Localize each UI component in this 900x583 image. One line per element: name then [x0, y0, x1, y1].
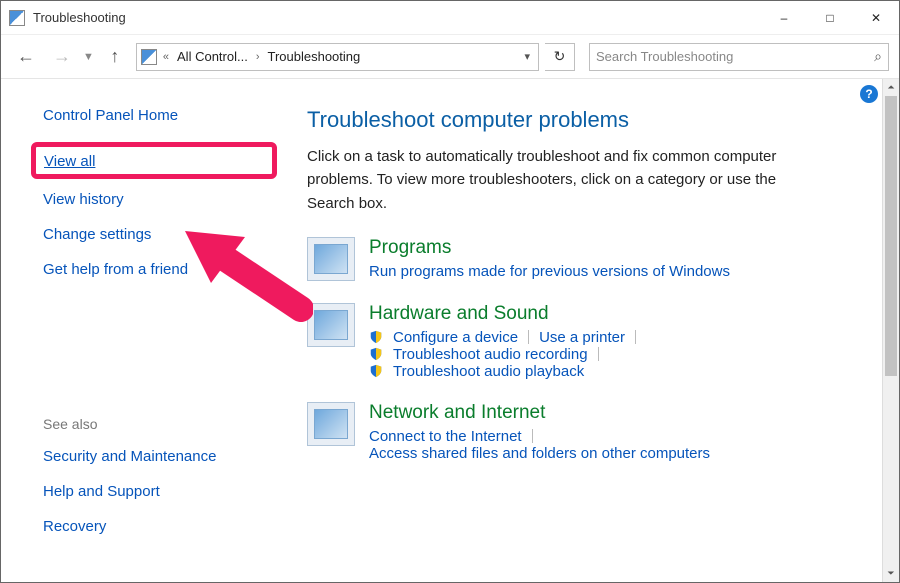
link-shared-files[interactable]: Access shared files and folders on other… — [369, 445, 710, 462]
link-use-printer[interactable]: Use a printer — [539, 329, 625, 346]
link-connect-internet[interactable]: Connect to the Internet — [369, 428, 522, 445]
scroll-up-arrow[interactable]: ⏶ — [883, 79, 899, 96]
separator — [528, 330, 529, 344]
see-also-label: See also — [43, 416, 277, 432]
separator — [598, 347, 599, 361]
breadcrumb-troubleshooting[interactable]: Troubleshooting — [266, 49, 363, 64]
address-root-chevron-icon: « — [161, 51, 171, 63]
category-programs-title[interactable]: Programs — [369, 237, 730, 259]
shield-icon — [369, 330, 383, 344]
minimize-button[interactable]: – — [761, 1, 807, 34]
titlebar: Troubleshooting – □ ✕ — [1, 1, 899, 35]
content-area: Control Panel Home View all View history… — [1, 79, 882, 582]
breadcrumb-all-control-panel[interactable]: All Control... — [175, 49, 250, 64]
sidebar-view-all[interactable]: View all — [44, 153, 95, 170]
separator — [532, 429, 533, 443]
search-box[interactable]: ⌕ — [589, 43, 889, 71]
chevron-right-icon: › — [254, 51, 262, 63]
search-icon[interactable]: ⌕ — [874, 48, 882, 65]
forward-button[interactable]: → — [47, 42, 77, 72]
shield-icon — [369, 364, 383, 378]
navigation-bar: ← → ▼ ↑ « All Control... › Troubleshooti… — [1, 35, 899, 79]
sidebar-change-settings[interactable]: Change settings — [43, 226, 277, 243]
sidebar-view-history[interactable]: View history — [43, 191, 277, 208]
sidebar: Control Panel Home View all View history… — [1, 79, 301, 582]
app-icon — [9, 10, 25, 26]
link-audio-playback[interactable]: Troubleshoot audio playback — [393, 363, 584, 380]
scroll-thumb[interactable] — [885, 96, 897, 376]
refresh-button[interactable]: ↻ — [545, 43, 575, 71]
programs-icon — [307, 237, 355, 281]
page-title: Troubleshoot computer problems — [307, 107, 852, 133]
category-network-title[interactable]: Network and Internet — [369, 402, 710, 424]
separator — [635, 330, 636, 344]
sidebar-recovery[interactable]: Recovery — [43, 518, 277, 535]
help-icon[interactable]: ? — [860, 85, 878, 103]
address-icon — [141, 49, 157, 65]
up-button[interactable]: ↑ — [100, 42, 130, 72]
shield-icon — [369, 347, 383, 361]
search-input[interactable] — [596, 49, 874, 64]
hardware-icon — [307, 303, 355, 347]
client-area: Control Panel Home View all View history… — [1, 79, 899, 582]
network-icon — [307, 402, 355, 446]
window-title: Troubleshooting — [33, 10, 761, 25]
close-button[interactable]: ✕ — [853, 1, 899, 34]
vertical-scrollbar[interactable]: ⏶ ⏷ — [882, 79, 899, 582]
sidebar-security-maintenance[interactable]: Security and Maintenance — [43, 448, 277, 465]
address-dropdown-icon[interactable]: ▾ — [520, 50, 534, 63]
address-bar[interactable]: « All Control... › Troubleshooting ▾ — [136, 43, 539, 71]
link-configure-device[interactable]: Configure a device — [393, 329, 518, 346]
category-network: Network and Internet Connect to the Inte… — [307, 402, 852, 462]
category-programs: Programs Run programs made for previous … — [307, 237, 852, 281]
window-controls: – □ ✕ — [761, 1, 899, 34]
scroll-down-arrow[interactable]: ⏷ — [883, 565, 899, 582]
page-description: Click on a task to automatically trouble… — [307, 145, 827, 215]
category-hardware: Hardware and Sound Configure a device Us… — [307, 303, 852, 380]
back-button[interactable]: ← — [11, 42, 41, 72]
maximize-button[interactable]: □ — [807, 1, 853, 34]
sidebar-home[interactable]: Control Panel Home — [43, 107, 277, 124]
main-panel: ? Troubleshoot computer problems Click o… — [301, 79, 882, 582]
sidebar-get-help[interactable]: Get help from a friend — [43, 261, 277, 278]
link-run-compat[interactable]: Run programs made for previous versions … — [369, 263, 730, 280]
link-audio-recording[interactable]: Troubleshoot audio recording — [393, 346, 588, 363]
annotation-highlight: View all — [31, 142, 277, 179]
category-hardware-title[interactable]: Hardware and Sound — [369, 303, 640, 325]
sidebar-help-support[interactable]: Help and Support — [43, 483, 277, 500]
recent-dropdown-icon[interactable]: ▼ — [83, 51, 94, 63]
